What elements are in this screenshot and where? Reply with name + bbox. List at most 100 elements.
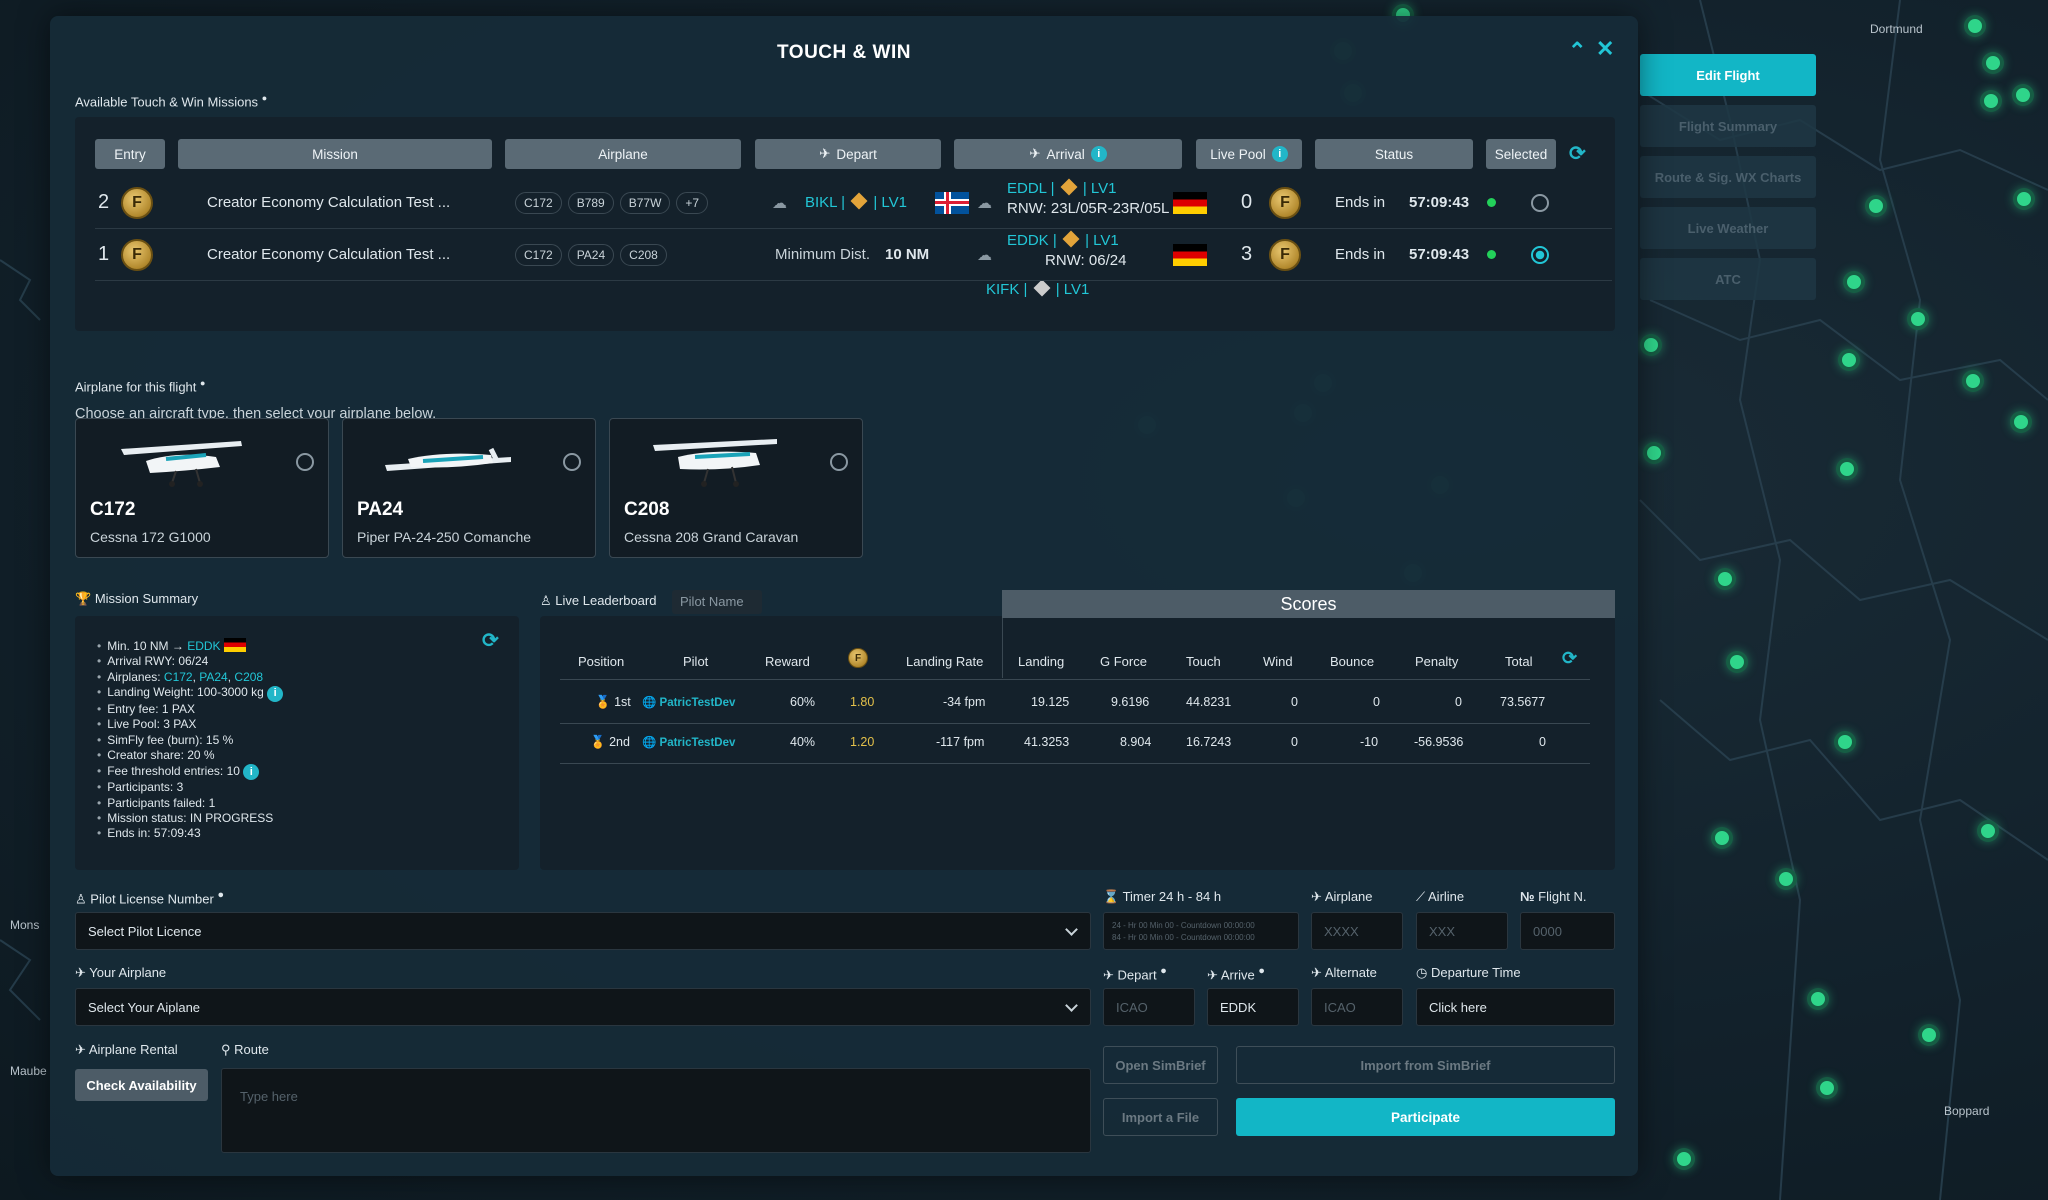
select-radio[interactable] (1531, 193, 1549, 212)
scores-header: Scores (1002, 590, 1615, 618)
airplane-tag: C172 (515, 191, 562, 214)
mission-row-clipped[interactable]: KIFK | | LV1 (95, 281, 1612, 299)
timer-icon: ⌛ (1103, 889, 1120, 904)
map-marker[interactable] (1673, 1148, 1695, 1170)
map-marker[interactable] (1836, 458, 1858, 480)
lb-header-reward: Reward (765, 654, 810, 669)
info-icon[interactable]: i (267, 685, 284, 702)
select-radio[interactable] (1531, 245, 1549, 264)
summary-fee-threshold: Fee threshold entries: 10 i (97, 764, 283, 781)
map-marker[interactable] (1980, 90, 2002, 112)
map-marker[interactable] (1711, 827, 1733, 849)
aircraft-card-c208[interactable]: C208 Cessna 208 Grand Caravan (609, 418, 863, 558)
route-textarea[interactable]: Type here (221, 1068, 1091, 1153)
map-marker[interactable] (2013, 188, 2035, 210)
map-marker[interactable] (1816, 1077, 1838, 1099)
map-marker[interactable] (1977, 820, 1999, 842)
col-header-entry[interactable]: Entry (95, 139, 165, 169)
col-header-status[interactable]: Status (1315, 139, 1473, 169)
collapse-icon[interactable]: ⌃ (1568, 38, 1586, 64)
ends-time: 57:09:43 (1409, 194, 1470, 211)
map-marker[interactable] (1964, 15, 1986, 37)
map-marker[interactable] (1775, 868, 1797, 890)
aircraft-radio[interactable] (830, 453, 848, 471)
map-marker[interactable] (1834, 731, 1856, 753)
lb-pilot[interactable]: 🌐 PatricTestDev (642, 695, 735, 709)
side-edit-flight-button[interactable]: Edit Flight (1640, 54, 1816, 96)
col-header-mission[interactable]: Mission (178, 139, 492, 169)
chevron-down-icon (1065, 923, 1078, 936)
airplane-code-input[interactable]: XXXX (1311, 912, 1403, 950)
status-dot (1487, 250, 1496, 259)
clock-icon: ◷ (1416, 965, 1428, 980)
arrival-info[interactable]: EDDK | | LV1 RNW: 06/24 (1007, 230, 1126, 271)
map-marker[interactable] (1918, 1024, 1940, 1046)
side-live-weather-button[interactable]: Live Weather (1640, 207, 1816, 249)
timer-field[interactable]: 24 - Hr 00 Min 00 - Countdown 00:00:00 84… (1103, 912, 1299, 950)
map-marker[interactable] (1838, 349, 1860, 371)
map-marker[interactable] (1726, 651, 1748, 673)
map-city-label: Mons (10, 918, 40, 932)
lb-header-position: Position (578, 654, 625, 669)
refresh-icon[interactable]: ⟳ (482, 628, 499, 653)
import-file-button[interactable]: Import a File (1103, 1098, 1218, 1136)
airline-input[interactable]: XXX (1416, 912, 1508, 950)
map-marker[interactable] (2010, 411, 2032, 433)
aircraft-card-c172[interactable]: C172 Cessna 172 G1000 (75, 418, 329, 558)
check-availability-button[interactable]: Check Availability (75, 1069, 208, 1101)
your-airplane-select[interactable]: Select Your Aiplane (75, 988, 1091, 1026)
map-marker[interactable] (1865, 195, 1887, 217)
alternate-input[interactable]: ICAO (1311, 988, 1403, 1026)
participate-button[interactable]: Participate (1236, 1098, 1615, 1136)
side-flight-summary-button[interactable]: Flight Summary (1640, 105, 1816, 147)
c172-image (121, 441, 242, 487)
open-simbrief-button[interactable]: Open SimBrief (1103, 1046, 1218, 1084)
map-marker[interactable] (1843, 271, 1865, 293)
c208-image (653, 439, 777, 487)
map-marker[interactable] (1640, 334, 1662, 356)
side-route-charts-button[interactable]: Route & Sig. WX Charts (1640, 156, 1816, 198)
aircraft-code: C172 (90, 499, 136, 520)
aircraft-radio[interactable] (296, 453, 314, 471)
col-header-airplane[interactable]: Airplane (505, 139, 741, 169)
map-marker[interactable] (1807, 988, 1829, 1010)
pilot-name-search[interactable]: Pilot Name (672, 590, 762, 614)
avatar: 🌐 (642, 737, 657, 749)
mission-row[interactable]: 1 F Creator Economy Calculation Test ...… (95, 229, 1612, 281)
map-marker[interactable] (1962, 370, 1984, 392)
refresh-icon[interactable]: ⟳ (1562, 648, 1577, 669)
route-label: ⚲ Route (221, 1042, 269, 1057)
germany-flag-icon (1173, 191, 1207, 214)
depart-airport[interactable]: BIKL | | LV1 (805, 192, 907, 211)
pilot-license-select[interactable]: Select Pilot Licence (75, 912, 1091, 950)
airplane-icon: ✈ (75, 965, 86, 980)
side-atc-button[interactable]: ATC (1640, 258, 1816, 300)
col-header-arrival[interactable]: ✈ Arrival i (954, 139, 1182, 169)
col-header-live-pool[interactable]: Live Pool i (1196, 139, 1302, 169)
aircraft-radio[interactable] (563, 453, 581, 471)
arrive-input[interactable]: EDDK (1207, 988, 1299, 1026)
info-icon[interactable]: i (1271, 146, 1288, 162)
depart-input[interactable]: ICAO (1103, 988, 1195, 1026)
lb-pilot[interactable]: 🌐 PatricTestDev (642, 735, 735, 749)
coin-icon: F (121, 238, 153, 271)
map-marker[interactable] (1643, 442, 1665, 464)
flight-number-label: № Flight N. (1520, 889, 1587, 904)
departure-time-input[interactable]: Click here (1416, 988, 1615, 1026)
map-marker[interactable] (1714, 568, 1736, 590)
col-header-selected[interactable]: Selected (1486, 139, 1556, 169)
close-icon[interactable]: ✕ (1596, 36, 1614, 62)
refresh-icon[interactable]: ⟳ (1569, 141, 1586, 166)
info-icon[interactable]: i (1090, 146, 1107, 162)
map-marker[interactable] (1982, 52, 2004, 74)
flight-number-input[interactable]: 0000 (1520, 912, 1615, 950)
arrival-info[interactable]: EDDL | | LV1 RNW: 23L/05R-23R/05L (1007, 178, 1169, 219)
lb-wind: 0 (1291, 735, 1298, 749)
info-icon[interactable]: i (243, 764, 260, 781)
import-simbrief-button[interactable]: Import from SimBrief (1236, 1046, 1615, 1084)
map-marker[interactable] (1907, 308, 1929, 330)
mission-row[interactable]: 2 F Creator Economy Calculation Test ...… (95, 177, 1612, 229)
aircraft-card-pa24[interactable]: PA24 Piper PA-24-250 Comanche (342, 418, 596, 558)
col-header-depart[interactable]: ✈ Depart (755, 139, 941, 169)
map-marker[interactable] (2012, 84, 2034, 106)
